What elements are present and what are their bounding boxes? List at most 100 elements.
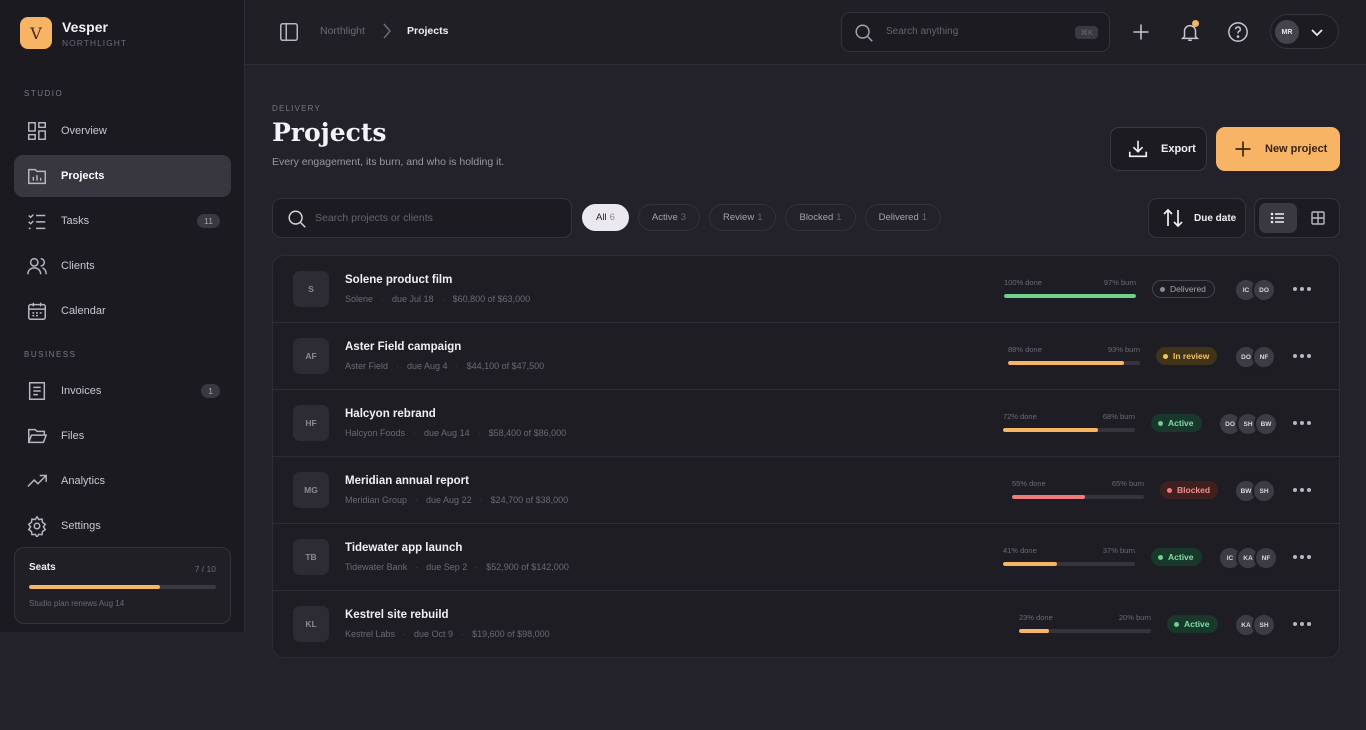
filter-chip-all[interactable]: All 6 <box>582 204 629 231</box>
project-table: S Solene product film Solene · due Jul 18 · $6… <box>272 255 1340 658</box>
avatar[interactable]: BW <box>1254 412 1278 436</box>
project-name[interactable]: Kestrel site rebuild <box>345 609 449 621</box>
global-search-input[interactable]: Search anything ⌘K <box>841 12 1110 52</box>
sidebar-item-settings[interactable]: Settings <box>14 505 231 547</box>
search-icon <box>286 208 308 235</box>
project-budget: $52,900 of $142,000 <box>486 562 569 572</box>
table-row[interactable]: HF Halcyon rebrand Halcyon Foods · due Aug 1… <box>273 390 1339 457</box>
new-project-button[interactable]: New project <box>1216 127 1340 171</box>
table-row[interactable]: S Solene product film Solene · due Jul 18 · $6… <box>273 256 1339 323</box>
sidebar-toggle-icon[interactable] <box>278 21 300 48</box>
sidebar-item-clients[interactable]: Clients <box>14 245 231 287</box>
project-name[interactable]: Solene product film <box>345 274 452 286</box>
project-name[interactable]: Halcyon rebrand <box>345 408 436 420</box>
seats-note: Studio plan renews Aug 14 <box>29 599 125 608</box>
sort-button[interactable]: Due date <box>1148 198 1246 238</box>
filter-chip-delivered[interactable]: Delivered 1 <box>864 204 942 231</box>
status-badge: Active <box>1167 615 1218 633</box>
help-button[interactable] <box>1224 18 1252 46</box>
notifications-button[interactable] <box>1176 18 1204 46</box>
more-options-icon[interactable] <box>1292 481 1312 499</box>
done-label: 88% done <box>1008 345 1042 354</box>
account-menu[interactable]: MR <box>1270 14 1339 49</box>
progress-fill <box>1019 629 1050 633</box>
project-search-input[interactable]: Search projects or clients <box>272 198 572 238</box>
avatar[interactable]: NF <box>1254 546 1278 570</box>
project-meta: Solene · due Jul 18 · $60,800 of $63,000 <box>345 294 530 304</box>
progress-block: 23% done 20% burn <box>1019 613 1151 633</box>
progress-bar <box>1003 428 1135 432</box>
grid-view-button[interactable] <box>1299 203 1337 233</box>
table-row[interactable]: KL Kestrel site rebuild Kestrel Labs · due O… <box>273 591 1339 657</box>
gear-icon <box>26 515 48 537</box>
project-due: due Aug 4 <box>407 361 448 371</box>
separator-dot: · <box>415 495 419 505</box>
status-filter-chips: All 6 Active 3 Review 1 Blocked 1 Delivered 1 <box>582 204 942 231</box>
export-button[interactable]: Export <box>1110 127 1207 171</box>
project-name[interactable]: Tidewater app launch <box>345 542 462 554</box>
project-client: Aster Field <box>345 361 389 371</box>
sidebar-item-tasks[interactable]: Tasks 11 <box>14 200 231 242</box>
sidebar-item-label: Analytics <box>61 475 106 487</box>
sidebar-item-invoices[interactable]: Invoices 1 <box>14 370 231 412</box>
separator-dot: · <box>441 294 445 304</box>
table-row[interactable]: TB Tidewater app launch Tidewater Bank · due… <box>273 524 1339 591</box>
separator-dot: · <box>403 629 407 639</box>
progress-block: 100% done 97% burn <box>1004 278 1136 298</box>
sort-label: Due date <box>1194 212 1237 224</box>
progress-block: 41% done 37% burn <box>1003 546 1135 566</box>
filter-chip-blocked[interactable]: Blocked 1 <box>785 204 856 231</box>
grid-icon <box>26 120 48 142</box>
sidebar-item-files[interactable]: Files <box>14 415 231 457</box>
add-button[interactable] <box>1127 18 1155 46</box>
project-name[interactable]: Aster Field campaign <box>345 341 461 353</box>
progress-fill <box>1004 294 1136 298</box>
sidebar-item-overview[interactable]: Overview <box>14 110 231 152</box>
more-options-icon[interactable] <box>1292 280 1312 298</box>
more-options-icon[interactable] <box>1292 615 1312 633</box>
avatar[interactable]: SH <box>1252 613 1276 637</box>
table-row[interactable]: AF Aster Field campaign Aster Field · due Au… <box>273 323 1339 390</box>
avatar[interactable]: NF <box>1252 345 1276 369</box>
separator-dot: · <box>477 428 481 438</box>
burn-label: 93% burn <box>1107 345 1140 354</box>
table-row[interactable]: MG Meridian annual report Meridian Group · d… <box>273 457 1339 524</box>
list-icon <box>1270 212 1284 224</box>
status-label: Active <box>1168 418 1194 428</box>
brand[interactable]: V Vesper NORTHLIGHT <box>20 17 127 49</box>
burn-label: 20% burn <box>1118 613 1151 622</box>
brand-name: Vesper <box>62 18 108 35</box>
status-dot <box>1174 621 1179 627</box>
progress-block: 88% done 93% burn <box>1008 345 1140 365</box>
progress-bar <box>1004 294 1136 298</box>
sidebar-item-calendar[interactable]: Calendar <box>14 290 231 332</box>
seats-count: 7 / 10 <box>194 564 216 574</box>
avatar[interactable]: DO <box>1252 278 1276 302</box>
more-options-icon[interactable] <box>1292 548 1312 566</box>
receipt-icon <box>26 380 48 402</box>
assignee-avatars: KA SH <box>1234 613 1276 637</box>
section-label-business: BUSINESS <box>24 350 77 359</box>
separator-dot: · <box>479 495 483 505</box>
project-client: Halcyon Foods <box>345 428 406 438</box>
avatar[interactable]: SH <box>1252 479 1276 503</box>
progress-block: 72% done 68% burn <box>1003 412 1135 432</box>
filter-chip-review[interactable]: Review 1 <box>709 204 777 231</box>
chevron-down-icon <box>1309 24 1325 45</box>
sidebar-item-label: Settings <box>61 520 101 532</box>
chip-count: 1 <box>921 212 928 223</box>
sidebar-item-analytics[interactable]: Analytics <box>14 460 231 502</box>
more-options-icon[interactable] <box>1292 347 1312 365</box>
list-view-button[interactable] <box>1259 203 1297 233</box>
assignee-avatars: IC KA NF <box>1218 546 1278 570</box>
avatar: MR <box>1275 20 1299 44</box>
project-budget: $44,100 of $47,500 <box>466 361 545 371</box>
filter-chip-active[interactable]: Active 3 <box>637 204 701 231</box>
more-options-icon[interactable] <box>1292 414 1312 432</box>
project-name[interactable]: Meridian annual report <box>345 475 469 487</box>
sidebar-item-projects[interactable]: Projects <box>14 155 231 197</box>
checklist-icon <box>26 210 48 232</box>
sidebar-item-label: Invoices <box>61 385 102 397</box>
assignee-avatars: BW SH <box>1234 479 1276 503</box>
breadcrumb-northlight[interactable]: Northlight <box>320 25 365 37</box>
